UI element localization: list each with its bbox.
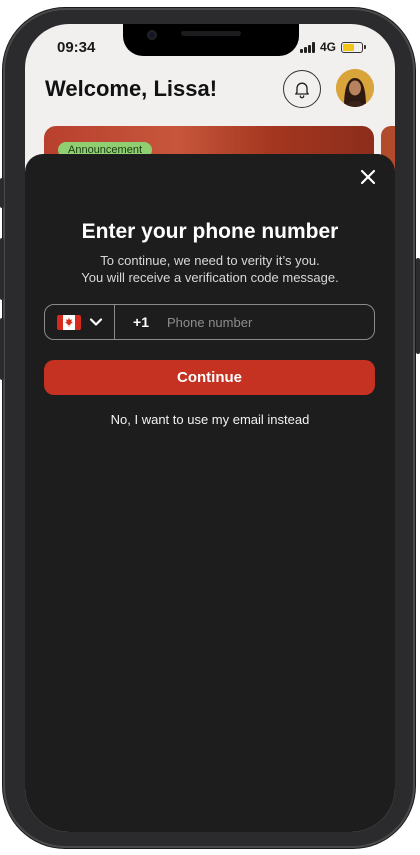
subtitle-line-1: To continue, we need to verity it’s you. [100, 253, 320, 268]
battery-icon [341, 41, 366, 53]
profile-photo [336, 69, 374, 107]
status-time: 09:34 [57, 39, 96, 56]
subtitle-line-2: You will receive a verification code mes… [81, 270, 339, 285]
camera-icon [147, 30, 157, 40]
power-button [416, 258, 420, 354]
battery-level [343, 43, 354, 51]
welcome-heading: Welcome, Lissa! [45, 76, 217, 102]
avatar[interactable] [336, 69, 374, 107]
canada-flag-icon [56, 314, 81, 330]
phone-verification-sheet: Enter your phone number To continue, we … [25, 154, 395, 832]
phone-number-field: +1 [44, 304, 375, 340]
close-button[interactable] [357, 166, 379, 188]
bell-icon [295, 82, 309, 99]
status-indicators: 4G [300, 40, 366, 54]
close-icon [360, 169, 376, 185]
volume-down-button [0, 318, 4, 380]
greeting: Welcome, [45, 76, 148, 101]
notch [123, 24, 299, 56]
country-code-select[interactable] [45, 305, 115, 339]
dial-code: +1 [133, 314, 149, 330]
use-email-link[interactable]: No, I want to use my email instead [25, 412, 395, 427]
volume-up-button [0, 238, 4, 300]
sheet-subtitle: To continue, we need to verity it’s you.… [25, 252, 395, 286]
continue-button[interactable]: Continue [44, 360, 375, 395]
phone-screen: 09:34 4G Welcome, Lissa! Announcement En… [25, 24, 395, 832]
user-name: Lissa! [153, 76, 218, 101]
chevron-down-icon [89, 318, 102, 326]
phone-number-input[interactable] [167, 305, 374, 339]
speaker [181, 31, 241, 36]
mute-switch [0, 178, 4, 208]
signal-icon [300, 41, 315, 53]
sheet-title: Enter your phone number [81, 220, 339, 243]
notifications-button[interactable] [283, 70, 321, 108]
network-type: 4G [319, 40, 336, 54]
